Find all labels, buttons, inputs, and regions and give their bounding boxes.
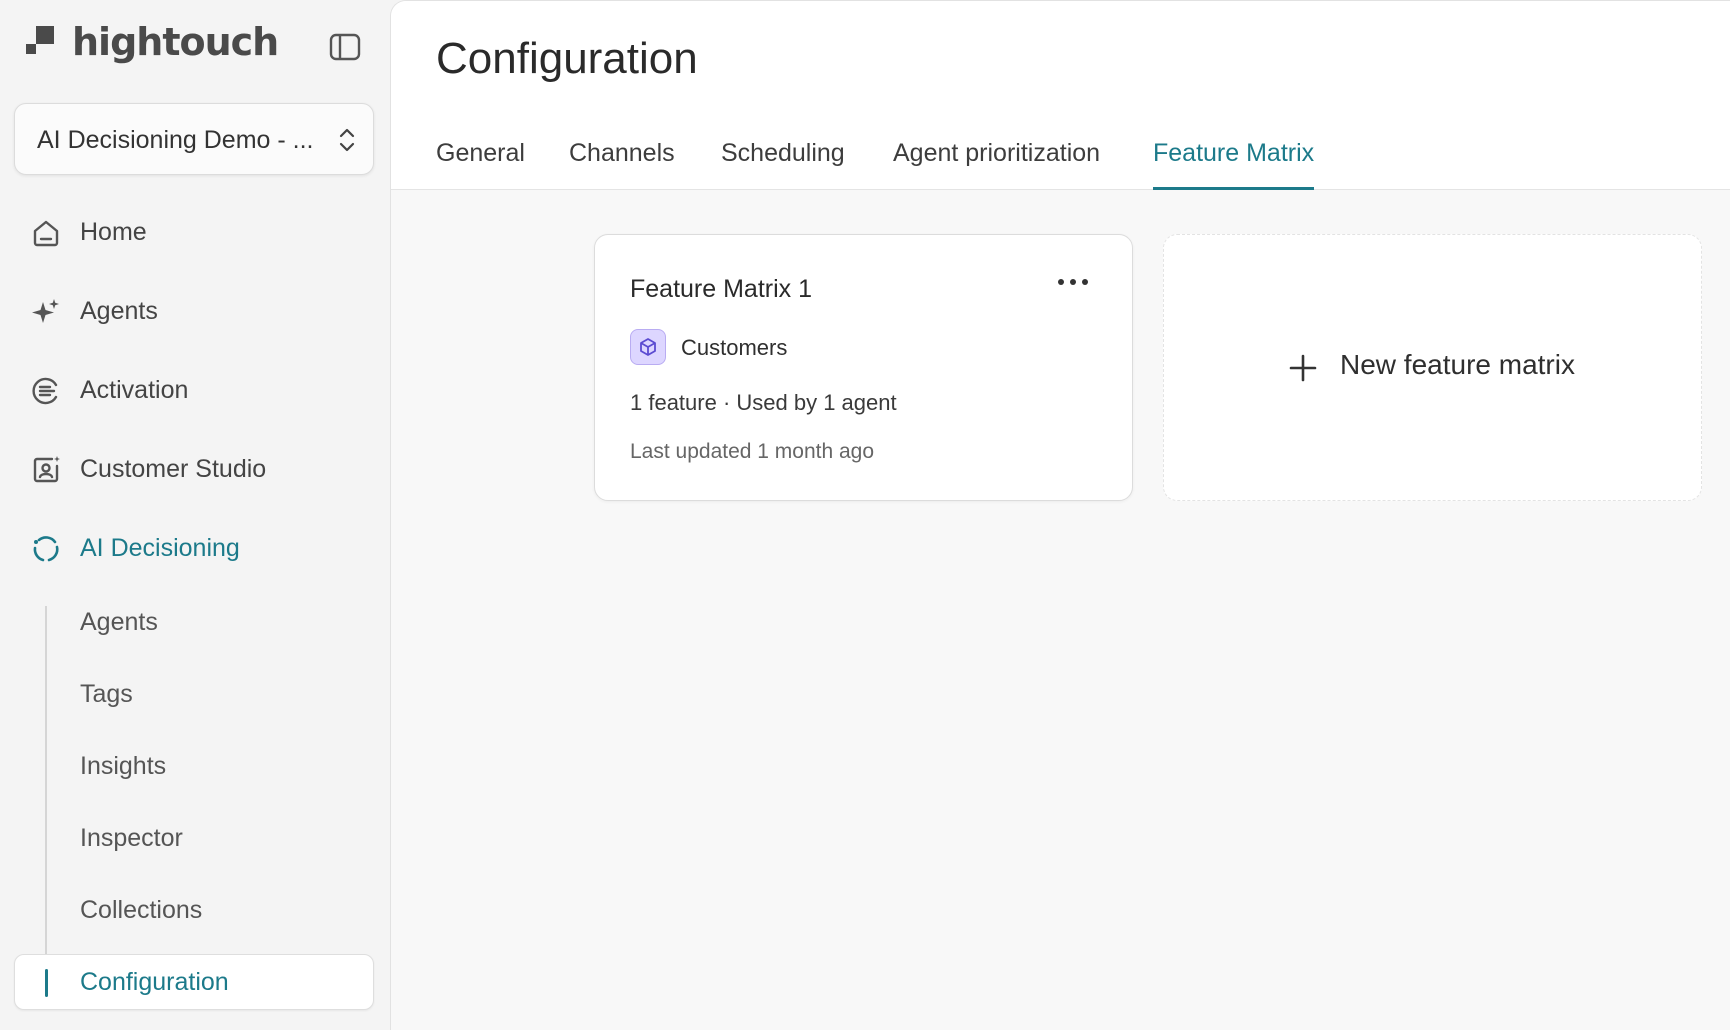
subnav-item-label: Agents [80,608,158,636]
chevron-up-down-icon [339,128,355,152]
subnav-item-label: Configuration [80,968,229,996]
active-indicator [45,969,48,997]
tab-general[interactable]: General [436,139,525,190]
subnav-item-label: Tags [80,680,133,708]
sidebar-item-label: Activation [80,376,189,404]
main-content: Configuration General Channels Schedulin… [390,0,1730,1030]
subnav-item-collections[interactable]: Collections [14,882,374,938]
subnav-item-insights[interactable]: Insights [14,738,374,794]
cube-icon [640,338,656,356]
customer-studio-icon [33,456,60,483]
tab-channels[interactable]: Channels [569,139,675,190]
subnav-item-label: Insights [80,752,167,780]
subnav-item-configuration[interactable]: Configuration [14,954,374,1010]
app-root: hightouch AI Decisioning Demo - ... Home [0,0,1730,1030]
activation-icon [32,377,58,405]
tab-agent-prioritization[interactable]: Agent prioritization [893,139,1100,190]
sidebar-item-label: Agents [80,297,158,325]
feature-matrix-card[interactable]: Feature Matrix 1 Customers 1 feature · U… [594,234,1133,501]
brand[interactable]: hightouch [26,20,366,70]
card-title: Feature Matrix 1 [630,275,813,303]
sidebar-item-home[interactable]: Home [14,204,374,260]
subnav-item-label: Collections [80,896,203,924]
sidebar-item-label: Home [80,218,147,246]
hightouch-logo-icon [26,26,54,54]
subnav-item-inspector[interactable]: Inspector [14,810,374,866]
sparkle-icon [32,299,59,323]
brand-name: hightouch [72,20,279,64]
parent-model-name: Customers [681,335,788,360]
home-icon [33,220,59,247]
workspace-switcher[interactable]: AI Decisioning Demo - ... [14,103,374,175]
sidebar-item-agents[interactable]: Agents [14,283,374,339]
new-feature-matrix-label: New feature matrix [1340,349,1575,380]
sidebar-item-customer-studio[interactable]: Customer Studio [14,441,374,497]
page-header: Configuration General Channels Schedulin… [391,1,1730,190]
tab-feature-matrix[interactable]: Feature Matrix [1153,139,1315,190]
sidebar-toggle-icon[interactable] [328,30,362,64]
card-last-updated: Last updated 1 month ago [630,440,875,463]
model-badge [630,329,666,365]
sidebar-item-label: Customer Studio [80,455,267,483]
more-options-icon[interactable] [1053,267,1093,297]
subnav-item-agents[interactable]: Agents [14,594,374,650]
sidebar-item-label: AI Decisioning [80,534,240,562]
subnav-item-label: Inspector [80,824,183,852]
ai-decisioning-icon [33,536,59,562]
new-feature-matrix-button[interactable]: New feature matrix [1163,234,1702,501]
plus-icon [1289,354,1317,382]
workspace-name: AI Decisioning Demo - ... [37,126,314,154]
subnav-item-tags[interactable]: Tags [14,666,374,722]
sidebar: hightouch AI Decisioning Demo - ... Home [0,0,390,1030]
card-meta: 1 feature · Used by 1 agent [630,390,897,415]
page-title: Configuration [436,34,698,83]
sidebar-item-activation[interactable]: Activation [14,362,374,418]
sidebar-item-ai-decisioning[interactable]: AI Decisioning [14,520,374,576]
tab-scheduling[interactable]: Scheduling [721,139,845,190]
